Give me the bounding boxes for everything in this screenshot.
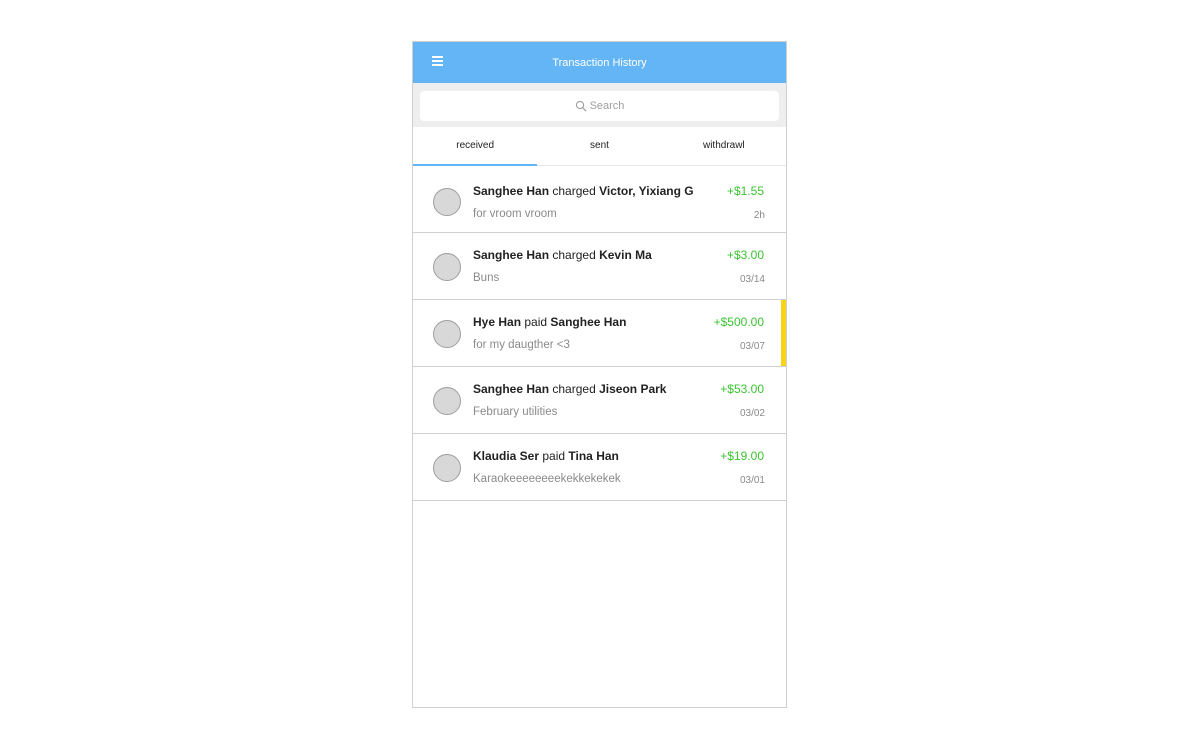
transaction-row[interactable]: Sanghee Han charged Jiseon Park February… [413,367,786,434]
avatar [433,188,461,216]
transaction-amount: +$19.00 [720,449,764,463]
tab-bar: received sent withdrawl [413,127,786,166]
payer-name: Sanghee Han [473,382,550,396]
transaction-time: 2h [753,210,765,221]
payer-name: Sanghee Han [473,248,550,262]
transaction-action: charged [552,382,596,396]
tab-received[interactable]: received [413,127,538,166]
transaction-title: Sanghee Han charged Kevin Ma [473,248,652,262]
transaction-description: Karaokeeeeeeeekekkekekek [473,473,621,485]
phone-screen: Transaction History Search received sent… [412,41,787,708]
transaction-title: Sanghee Han charged Jiseon Park [473,382,666,396]
avatar [433,253,461,281]
transaction-row[interactable]: Klaudia Ser paid Tina Han Karaokeeeeeeee… [413,434,786,501]
transaction-action: charged [552,248,596,262]
app-header: Transaction History [413,42,786,83]
transaction-title: Sanghee Han charged Victor, Yixiang G [473,184,694,198]
payee-name: Jiseon Park [599,382,667,396]
transaction-time: 03/14 [739,274,765,285]
transaction-amount: +$500.00 [713,315,764,329]
avatar [433,454,461,482]
hamburger-menu-icon[interactable] [432,56,443,66]
transaction-time: 03/02 [739,408,765,419]
transaction-amount: +$3.00 [726,248,764,262]
avatar [433,387,461,415]
transaction-action: paid [524,315,548,329]
transaction-description: February utilities [473,406,558,418]
transaction-description: for my daugther <3 [473,339,570,351]
transaction-description: Buns [473,272,500,284]
transaction-list: Sanghee Han charged Victor, Yixiang G fo… [413,169,786,501]
transaction-title: Klaudia Ser paid Tina Han [473,449,619,463]
transaction-amount: +$53.00 [720,382,764,396]
search-bar: Search [413,83,786,127]
search-placeholder: Search [589,100,625,112]
transaction-time: 03/07 [739,341,765,352]
search-input[interactable]: Search [420,91,779,121]
transaction-time: 03/01 [739,475,765,486]
transaction-row[interactable]: Sanghee Han charged Victor, Yixiang G fo… [413,169,786,233]
payee-name: Tina Han [568,449,619,463]
transaction-row[interactable]: Sanghee Han charged Kevin Ma Buns +$3.00… [413,233,786,300]
transaction-action: paid [542,449,566,463]
transaction-title: Hye Han paid Sanghee Han [473,315,626,329]
search-icon [575,100,586,112]
page-title: Transaction History [552,56,647,69]
transaction-amount: +$1.55 [726,184,764,198]
payer-name: Sanghee Han [473,184,550,198]
transaction-action: charged [552,184,596,198]
payer-name: Klaudia Ser [473,449,540,463]
avatar [433,320,461,348]
payee-name: Sanghee Han [550,315,627,329]
transaction-description: for vroom vroom [473,208,557,220]
tab-withdrawl[interactable]: withdrawl [662,127,786,165]
tab-sent[interactable]: sent [537,127,661,165]
payer-name: Hye Han [473,315,522,329]
transaction-row[interactable]: Hye Han paid Sanghee Han for my daugther… [413,300,786,367]
payee-name: Victor, Yixiang G [599,184,694,198]
payee-name: Kevin Ma [599,248,652,262]
